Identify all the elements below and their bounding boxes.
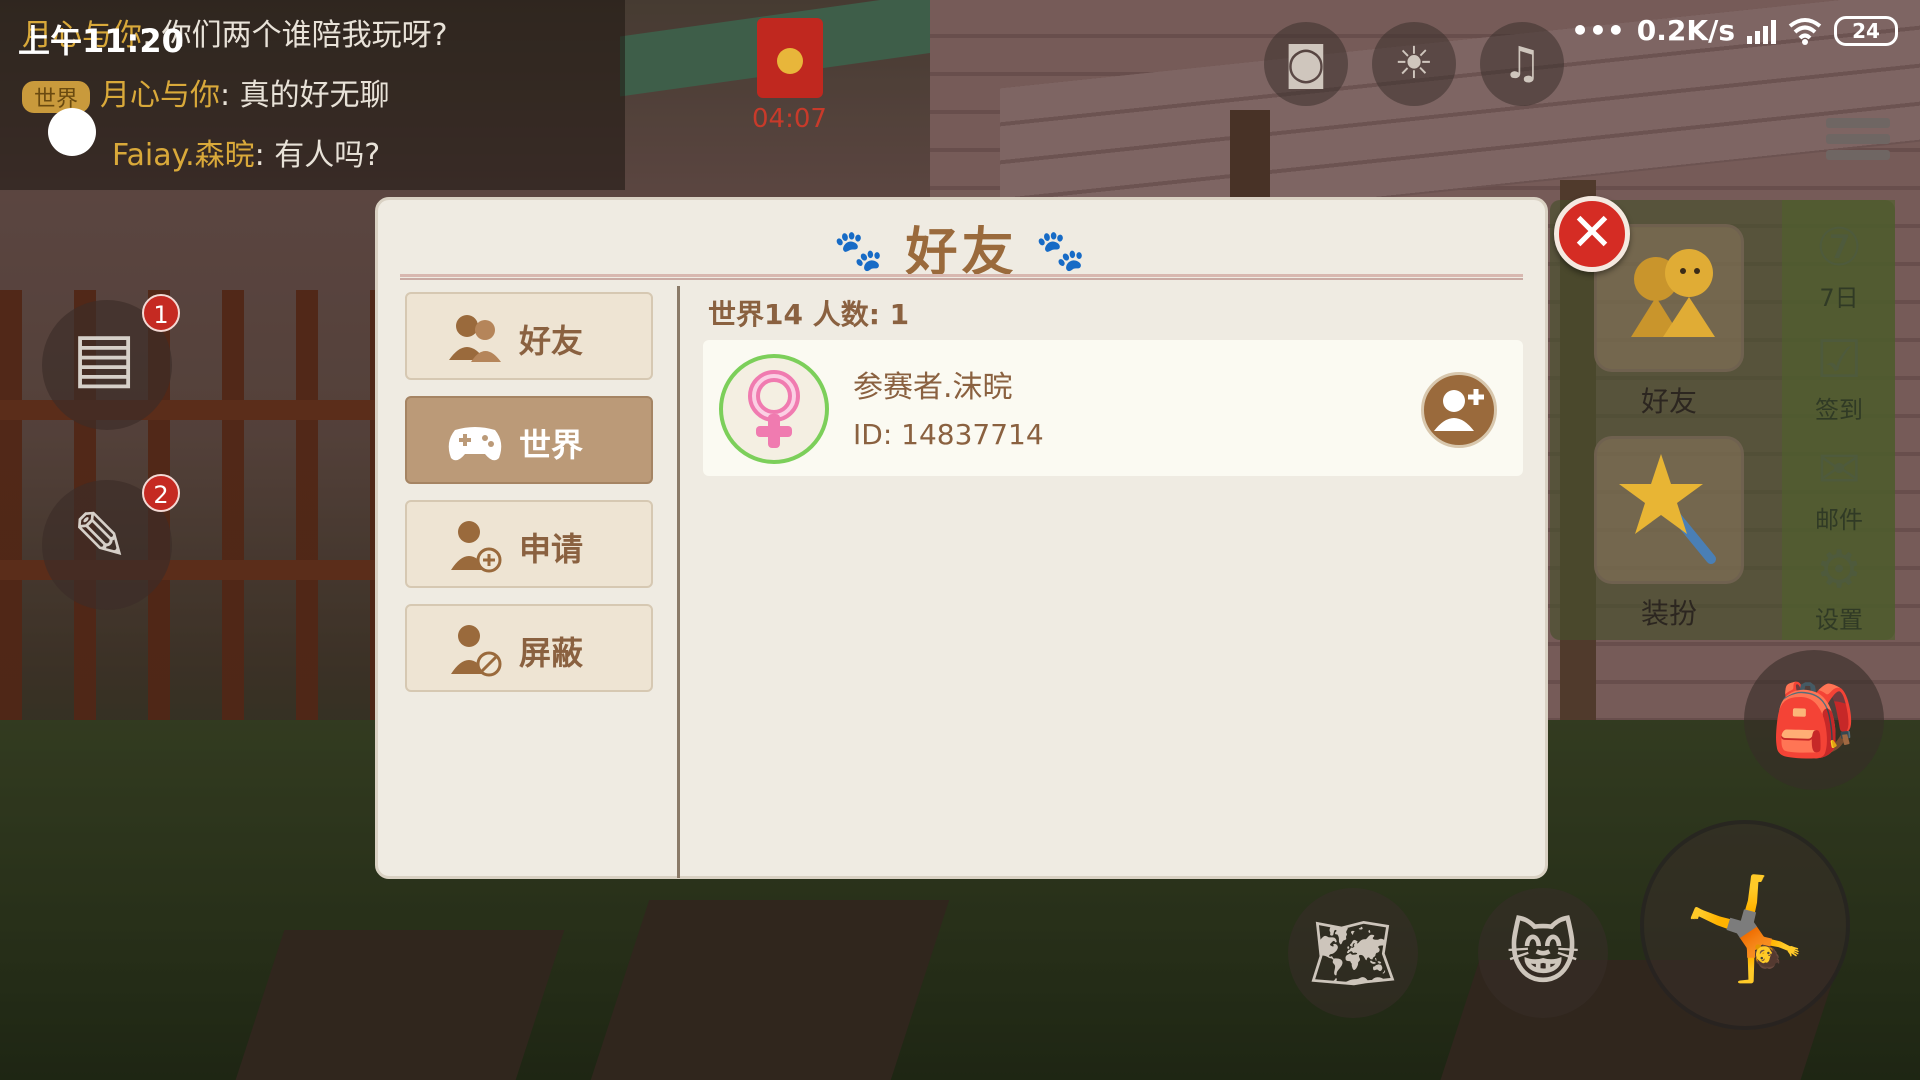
chat-sender: Faiay.森晥 <box>112 138 255 173</box>
backpack-icon: 🎒 <box>1770 679 1858 761</box>
red-packet-icon[interactable] <box>757 18 823 98</box>
notification-badge: 1 <box>142 294 180 332</box>
mail-label: 邮件 <box>1815 506 1863 534</box>
settings-button[interactable]: ⚙ 设置 <box>1790 540 1888 635</box>
task-log-button[interactable]: ▤ 1 <box>42 294 180 430</box>
more-dots-icon: ••• <box>1571 14 1625 47</box>
friends-modal: 🐾 好友 🐾 好友 世界 申请 屏蔽 世界14 人数: 1 参赛者.沫晥 ID:… <box>375 197 1548 879</box>
jump-button[interactable]: 🤸 <box>1640 820 1850 1030</box>
chat-sender: 月心与你 <box>100 78 221 113</box>
tab-friends[interactable]: 好友 <box>405 292 653 380</box>
notification-badge: 2 <box>142 474 180 512</box>
add-friend-icon <box>1434 389 1484 431</box>
checkin-label: 签到 <box>1815 396 1863 424</box>
block-person-icon <box>451 625 502 677</box>
tab-label: 好友 <box>519 322 584 360</box>
status-time: 上午11:20 <box>18 22 184 60</box>
tab-label: 屏蔽 <box>519 634 584 672</box>
dressup-menu-label: 装扮 <box>1641 597 1698 630</box>
mail-icon: ✉ <box>1817 440 1861 500</box>
chat-colon: : <box>254 138 265 173</box>
close-icon: ✕ <box>1570 203 1614 263</box>
tab-world[interactable]: 世界 <box>405 396 653 484</box>
camera-icon[interactable]: ◙ <box>1264 22 1348 106</box>
signal-icon <box>1747 18 1776 44</box>
tab-divider <box>677 286 680 878</box>
chat-message: 有人吗? <box>274 138 381 173</box>
paw-icon: 🐾 <box>833 228 888 274</box>
mail-button[interactable]: ✉ 邮件 <box>1790 440 1888 535</box>
chat-message: 真的好无聊 <box>239 78 390 113</box>
close-button[interactable]: ✕ <box>1554 196 1630 272</box>
seven-day-icon: ⑦ <box>1815 218 1863 278</box>
player-row[interactable]: 参赛者.沫晥 ID: 14837714 <box>703 340 1523 476</box>
friends-icon <box>449 315 501 362</box>
notebook-icon: ✎ <box>72 498 129 577</box>
tab-blocked[interactable]: 屏蔽 <box>405 604 653 692</box>
chat-line: Faiay.森晥: 有人吗? <box>112 130 380 174</box>
menu-icon[interactable] <box>1826 118 1890 170</box>
cat-emote-icon: 😸 <box>1506 912 1580 994</box>
checkin-button[interactable]: ☑ 签到 <box>1790 330 1888 425</box>
dressup-menu-button[interactable] <box>1594 436 1744 584</box>
backpack-button[interactable]: 🎒 <box>1744 650 1884 790</box>
checkin-icon: ☑ <box>1815 330 1863 390</box>
gear-icon: ⚙ <box>1815 540 1863 600</box>
wifi-icon <box>1788 17 1822 45</box>
settings-label: 设置 <box>1815 606 1863 634</box>
map-icon: 🗺 <box>1308 912 1398 994</box>
tab-requests[interactable]: 申请 <box>405 500 653 588</box>
screen-record-dot[interactable] <box>48 108 96 156</box>
tab-label: 申请 <box>519 530 584 568</box>
title-divider <box>400 274 1523 280</box>
seven-day-label: 7日 <box>1819 284 1859 312</box>
chat-colon: : <box>220 78 231 113</box>
emote-button[interactable]: 😸 <box>1478 888 1608 1018</box>
gamepad-icon <box>448 427 502 461</box>
friends-icon <box>1631 249 1715 337</box>
network-speed: 0.2K/s <box>1636 14 1735 47</box>
paw-icon: 🐾 <box>1035 228 1090 274</box>
add-person-icon <box>451 521 502 573</box>
battery-icon: 24 <box>1834 15 1898 46</box>
friends-menu-label: 好友 <box>1641 385 1698 418</box>
player-id: ID: 14837714 <box>853 418 1044 451</box>
chat-channel-tag: 世界 <box>22 80 91 113</box>
status-right: ••• 0.2K/s 24 <box>1571 14 1898 47</box>
notebook-button[interactable]: ✎ 2 <box>42 474 180 610</box>
jump-icon: 🤸 <box>1682 870 1808 987</box>
world-player-count: 世界14 人数: 1 <box>708 298 910 331</box>
star-wand-icon <box>1619 454 1716 564</box>
player-name: 参赛者.沫晥 <box>853 370 1013 405</box>
seven-day-button[interactable]: ⑦ 7日 <box>1790 218 1888 313</box>
avatar <box>719 354 829 464</box>
brightness-icon[interactable]: ☀ <box>1372 22 1456 106</box>
add-friend-button[interactable] <box>1421 372 1497 448</box>
task-log-icon: ▤ <box>72 318 137 397</box>
status-bar: 上午11:20 ••• 0.2K/s 24 <box>0 0 1920 70</box>
tab-label: 世界 <box>519 426 584 464</box>
chat-line: 世界 月心与你: 真的好无聊 <box>22 70 390 114</box>
map-button[interactable]: 🗺 <box>1288 888 1418 1018</box>
music-icon[interactable]: ♫ <box>1480 22 1564 106</box>
female-symbol-icon <box>748 370 800 448</box>
event-timer: 04:07 <box>752 104 827 134</box>
